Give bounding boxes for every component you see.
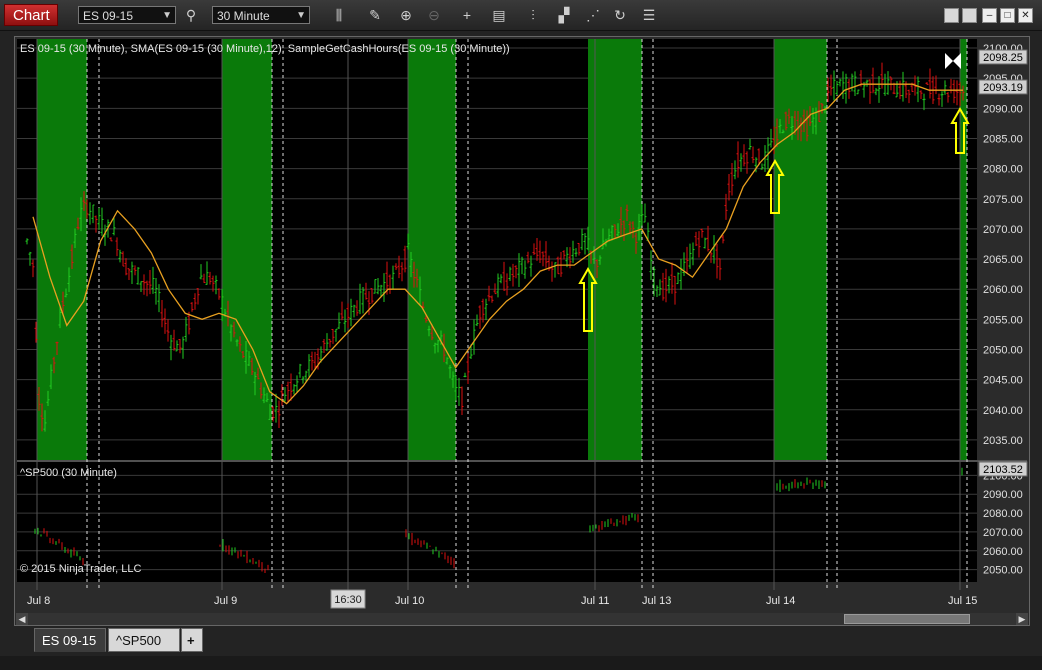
zoom-in-icon[interactable]: ⊕ <box>397 6 415 24</box>
copyright-text: © 2015 NinjaTrader, LLC <box>20 563 141 575</box>
y-tick-label: 2060.00 <box>983 284 1023 296</box>
x-label-jul10: Jul 10 <box>395 595 424 607</box>
x-label-jul15: Jul 15 <box>948 595 977 607</box>
sp500-panel-bg <box>17 462 977 582</box>
y-tick-label: 2080.00 <box>983 508 1023 520</box>
panel1-title: ES 09-15 (30 Minute), SMA(ES 09-15 (30 M… <box>20 43 510 55</box>
tab-sp500[interactable]: ^SP500 <box>108 628 180 652</box>
chevron-down-icon: ▼ <box>162 10 172 21</box>
y-tick-label: 2070.00 <box>983 224 1023 236</box>
interval-selector[interactable]: 30 Minute ▼ <box>212 6 310 24</box>
chart-menu-button[interactable]: Chart <box>4 4 58 26</box>
indicators-icon[interactable]: ⫶ <box>524 6 542 24</box>
interval-value: 30 Minute <box>217 9 270 23</box>
pencil-icon[interactable]: ✎ <box>366 6 384 24</box>
x-label-jul11: Jul 11 <box>581 595 610 607</box>
instrument-value: ES 09-15 <box>83 9 134 23</box>
properties-icon[interactable]: ☰ <box>640 6 658 24</box>
cash-session-band <box>960 39 967 460</box>
scroll-right-icon[interactable]: ▶ <box>1016 613 1028 625</box>
window-tile-icon[interactable] <box>962 8 977 23</box>
panel2-title: ^SP500 (30 Minute) <box>20 467 117 479</box>
y-tick-label: 2050.00 <box>983 565 1023 577</box>
x-label-jul13: Jul 13 <box>642 595 671 607</box>
y-tick-label: 2090.00 <box>983 103 1023 115</box>
y-tick-label: 2060.00 <box>983 546 1023 558</box>
drawing-tools-icon[interactable]: ⋰ <box>584 6 602 24</box>
close-button[interactable]: ✕ <box>1018 8 1033 23</box>
horizontal-scrollbar[interactable]: ◀ ▶ <box>16 613 1028 625</box>
tab-es-09-15[interactable]: ES 09-15 <box>34 628 106 652</box>
y-tick-label: 2050.00 <box>983 344 1023 356</box>
data-box-icon[interactable]: ▤ <box>490 6 508 24</box>
svg-text:2098.25: 2098.25 <box>983 52 1023 64</box>
strategies-icon[interactable]: ▞ <box>555 6 573 24</box>
instrument-selector[interactable]: ES 09-15 ▼ <box>78 6 176 24</box>
cash-session-band <box>408 39 456 460</box>
chart-window: Chart ES 09-15 ▼ ⚲ 30 Minute ▼ ⫼ ✎ ⊕ ⊖ +… <box>0 0 1042 670</box>
y-tick-label: 2080.00 <box>983 164 1023 176</box>
window-restore-icon[interactable] <box>944 8 959 23</box>
svg-text:2093.19: 2093.19 <box>983 82 1023 94</box>
x-label-jul14: Jul 14 <box>766 595 795 607</box>
instrument-search-icon[interactable]: ⚲ <box>182 6 200 24</box>
reload-icon[interactable]: ↻ <box>611 6 629 24</box>
y-tick-label: 2040.00 <box>983 405 1023 417</box>
add-tab-button[interactable]: + <box>181 628 203 652</box>
scroll-thumb[interactable] <box>844 614 970 624</box>
maximize-button[interactable]: □ <box>1000 8 1015 23</box>
price-badge-last: 2093.19 <box>978 79 1028 95</box>
y-tick-label: 2085.00 <box>983 133 1023 145</box>
price-badge-high: 2098.25 <box>978 49 1028 65</box>
x-label-jul8: Jul 8 <box>27 595 50 607</box>
toolbar: Chart ES 09-15 ▼ ⚲ 30 Minute ▼ ⫼ ✎ ⊕ ⊖ +… <box>0 0 1042 31</box>
y-tick-label: 2075.00 <box>983 194 1023 206</box>
y-tick-label: 2045.00 <box>983 375 1023 387</box>
zoom-out-icon[interactable]: ⊖ <box>425 6 443 24</box>
bar-type-icon[interactable]: ⫼ <box>330 6 348 24</box>
y-tick-label: 2055.00 <box>983 314 1023 326</box>
y-tick-label: 2070.00 <box>983 527 1023 539</box>
x-label-jul9: Jul 9 <box>214 595 237 607</box>
scroll-left-icon[interactable]: ◀ <box>16 613 28 625</box>
chevron-down-icon: ▼ <box>296 10 306 21</box>
crosshair-icon[interactable]: + <box>458 6 476 24</box>
y-tick-label: 2035.00 <box>983 435 1023 447</box>
price-badge-sp500: 2103.52 <box>978 461 1028 477</box>
chart-frame: 2100.00 2095.00 2090.00 2085.00 2080.00 2075.… <box>14 36 1030 626</box>
status-strip <box>0 656 1042 670</box>
y-tick-label: 2065.00 <box>983 254 1023 266</box>
minimize-button[interactable]: – <box>982 8 997 23</box>
cash-session-band <box>37 39 87 460</box>
x-label-time-cursor: 16:30 <box>334 594 362 606</box>
svg-text:2103.52: 2103.52 <box>983 464 1023 476</box>
y-tick-label: 2090.00 <box>983 489 1023 501</box>
chart-canvas[interactable]: 2100.002095.002090.002085.002080.002075.… <box>15 37 1029 625</box>
